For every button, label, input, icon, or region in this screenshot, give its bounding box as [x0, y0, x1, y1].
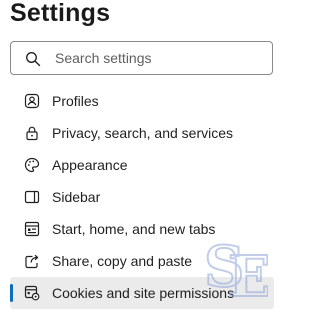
page-title: Settings [10, 0, 111, 27]
cookies-icon [24, 285, 40, 301]
sidebar-item-cookies[interactable]: Cookies and site permissions [10, 277, 274, 309]
sidebar-item-label: Sidebar [52, 189, 101, 205]
sidebar-item-sidebar[interactable]: Sidebar [10, 181, 274, 213]
sidebar-item-privacy[interactable]: Privacy, search, and services [10, 117, 274, 149]
sidebar-item-label: Cookies and site permissions [52, 285, 235, 301]
sidebar-item-profiles[interactable]: Profiles [10, 85, 274, 117]
sidebar-item-label: Share, copy and paste [52, 253, 193, 269]
settings-nav: Profiles Privacy, search, and services A… [10, 85, 274, 309]
search-box[interactable] [10, 41, 273, 75]
share-icon [25, 254, 39, 269]
sidebar-item-label: Privacy, search, and services [52, 125, 234, 141]
search-input[interactable] [55, 48, 255, 68]
sidebar-item-appearance[interactable]: Appearance [10, 149, 274, 181]
selected-indicator [10, 284, 13, 302]
palette-icon [24, 157, 40, 173]
sidebar-item-share[interactable]: Share, copy and paste [10, 245, 274, 277]
sidebar-item-label: Appearance [52, 157, 128, 173]
sidebar-item-label: Profiles [52, 93, 99, 109]
sidebar-item-label: Start, home, and new tabs [52, 221, 216, 237]
sidebar-item-start-home[interactable]: Start, home, and new tabs [10, 213, 274, 245]
profile-icon [24, 93, 40, 109]
sidebar-icon [24, 190, 40, 204]
search-icon [26, 52, 41, 67]
home-tabs-icon [24, 221, 40, 237]
lock-icon [26, 126, 38, 141]
